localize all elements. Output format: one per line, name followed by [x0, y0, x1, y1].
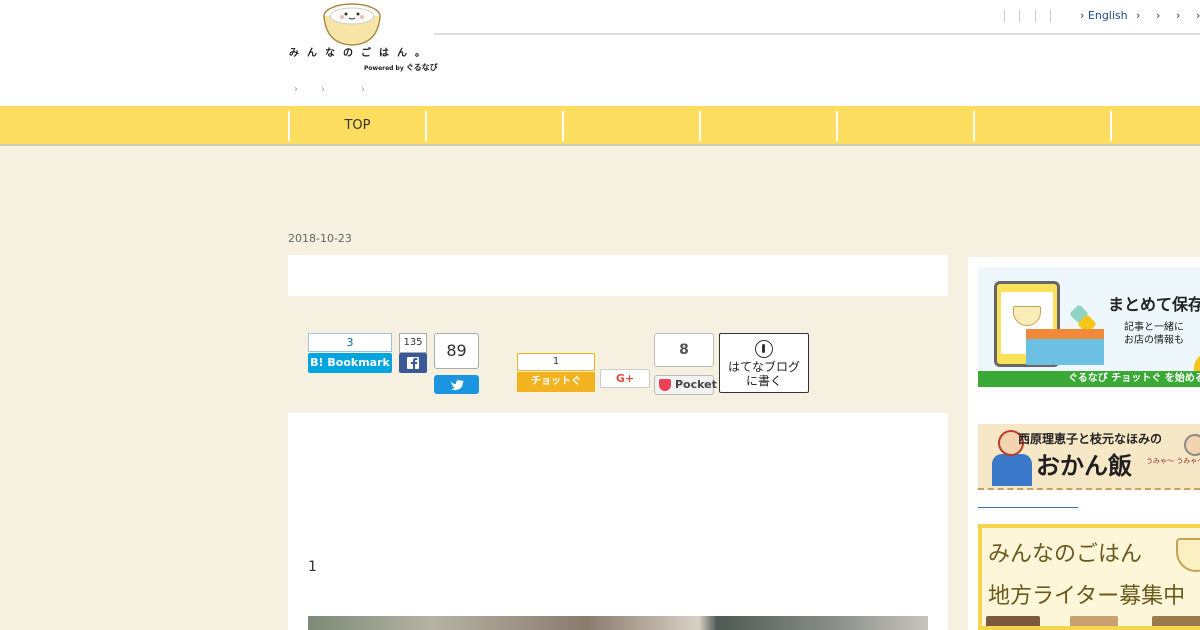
nav-item[interactable]: [1110, 111, 1200, 141]
article-title: [288, 255, 948, 296]
article-photo: [308, 616, 928, 630]
nav-item-top[interactable]: TOP: [288, 111, 425, 141]
facebook-share-button[interactable]: [399, 353, 427, 373]
header-divider: [434, 33, 1200, 35]
banner-tag: うみゃ〜 うみゃ〜編: [1146, 457, 1200, 465]
banner-cta: ぐるなび チョットぐ を始める: [978, 371, 1200, 387]
google-plus-button[interactable]: G+: [600, 369, 650, 388]
twitter-share-count: 89: [434, 333, 479, 369]
chevron-right-icon[interactable]: ›: [361, 84, 365, 95]
facebook-share-count: 135: [399, 333, 427, 353]
gurunavi-brand: ぐるなび: [405, 63, 438, 72]
nav-item[interactable]: [699, 111, 836, 141]
sidebar-link[interactable]: [978, 507, 1078, 508]
banner-subtitle: 記事と一緒に お店の情報も: [1124, 321, 1184, 347]
banner-subtitle-line: 記事と一緒に: [1124, 322, 1184, 333]
character-face-icon: [1184, 434, 1200, 456]
utility-separator: [1050, 10, 1051, 22]
chevron-right-icon[interactable]: ›: [1156, 9, 1160, 22]
utility-separator: [1019, 10, 1020, 22]
utility-separator: [1004, 10, 1005, 22]
twitter-share-button[interactable]: [434, 375, 479, 394]
hatena-bookmark-count[interactable]: 3: [308, 333, 392, 352]
banner-title: まとめて保存: [1108, 295, 1200, 314]
nav-item[interactable]: [425, 111, 562, 141]
pocket-button[interactable]: Pocket: [654, 375, 717, 395]
chevron-right-icon: ›: [1080, 9, 1085, 22]
food-photo-thumbnail: [1070, 616, 1118, 626]
chevron-right-icon[interactable]: ›: [321, 84, 325, 95]
writer-recruit-banner[interactable]: みんなのごはん 地方ライター募集中: [978, 524, 1200, 630]
twitter-bird-icon: [450, 380, 464, 391]
site-logo[interactable]: みんなのごはん。 Powered by ぐるなび: [286, 2, 438, 74]
sidebar: まとめて保存 記事と一緒に お店の情報も ぐるなび チョットぐ を始める 西原理…: [968, 257, 1200, 630]
article-body: 1: [288, 413, 948, 630]
banner-title: みんなのごはん: [988, 542, 1143, 567]
chevron-right-icon[interactable]: ›: [1176, 9, 1180, 22]
rice-bowl-icon: [1176, 538, 1200, 572]
banner-subtitle: 地方ライター募集中: [988, 584, 1186, 609]
rice-bowl-icon: [1013, 306, 1041, 326]
english-link-label: English: [1087, 9, 1128, 22]
global-nav: TOP: [0, 106, 1200, 146]
okanmeshi-banner[interactable]: 西原理恵子と枝元なほみの おかん飯 うみゃ〜 うみゃ〜編: [978, 424, 1200, 490]
character-illustration: [992, 454, 1032, 486]
banner-title: おかん飯: [1036, 452, 1132, 480]
chottogu-button[interactable]: チョットぐ: [517, 372, 595, 392]
banner-subtitle-line: お店の情報も: [1124, 335, 1184, 346]
nav-item[interactable]: [836, 111, 973, 141]
chottogu-count: 1: [517, 353, 595, 371]
food-photo-thumbnail: [1152, 616, 1200, 626]
hatena-blog-write-button[interactable]: はてなブログ に書く: [719, 333, 809, 393]
hatena-blog-label-2: に書く: [745, 374, 782, 388]
utility-separator: [1035, 10, 1036, 22]
powered-by-label: Powered by ぐるなび: [364, 62, 438, 73]
food-photo-thumbnail: [986, 616, 1040, 626]
section-number: 1: [308, 559, 317, 575]
hatena-blog-label-1: はてなブログ: [727, 360, 800, 374]
facebook-icon: [407, 357, 419, 369]
chevron-right-icon[interactable]: ›: [1196, 9, 1200, 22]
pocket-count: 8: [654, 333, 714, 367]
nav-item[interactable]: [562, 111, 699, 141]
rice-bowl-logo-icon: [323, 3, 381, 46]
shop-illustration: [1026, 329, 1104, 365]
hatena-bookmark-button[interactable]: B! Bookmark: [308, 353, 392, 373]
chottogu-promo-banner[interactable]: まとめて保存 記事と一緒に お店の情報も ぐるなび チョットぐ を始める: [978, 267, 1200, 387]
pocket-icon: [659, 379, 671, 391]
site-header: みんなのごはん。 Powered by ぐるなび › English › › ›…: [0, 0, 1200, 106]
powered-by-text: Powered by: [364, 65, 404, 72]
hatena-blog-icon: [755, 340, 773, 358]
article-date: 2018-10-23: [288, 232, 352, 245]
chevron-right-icon[interactable]: ›: [294, 84, 298, 95]
banner-subtitle: 西原理恵子と枝元なほみの: [1018, 432, 1163, 446]
logo-wordmark: みんなのごはん。: [289, 48, 433, 59]
chevron-right-icon[interactable]: ›: [1136, 9, 1140, 22]
utility-link-english[interactable]: › English: [1080, 9, 1128, 22]
pocket-label: Pocket: [675, 378, 717, 391]
nav-item[interactable]: [973, 111, 1110, 141]
